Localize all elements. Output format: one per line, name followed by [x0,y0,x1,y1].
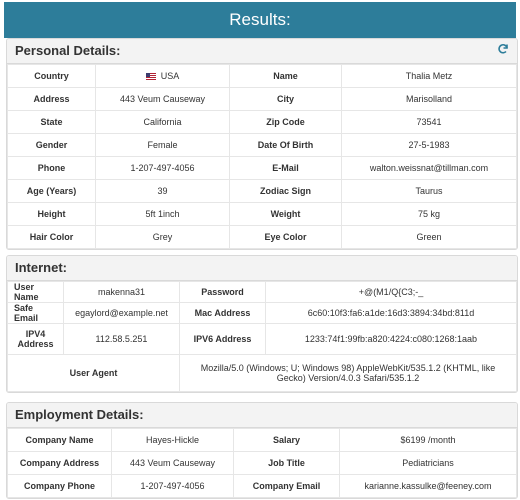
table-row: Phone 1-207-497-4056 E-Mail walton.weiss… [7,156,517,180]
state-value: California [95,110,230,134]
weight-label: Weight [229,202,342,226]
user-agent-label: User Agent [7,354,180,392]
personal-details-table: Country USA Name Thalia Metz Address 443… [7,64,517,249]
hair-color-label: Hair Color [7,225,96,249]
country-label: Country [7,64,96,88]
zodiac-label: Zodiac Sign [229,179,342,203]
email-label: E-Mail [229,156,342,180]
mac-address-label: Mac Address [179,302,266,324]
table-row: Height 5ft 1inch Weight 75 kg [7,202,517,226]
table-row: Safe Email egaylord@example.net Mac Addr… [7,302,517,324]
company-phone-label: Company Phone [7,474,112,498]
password-label: Password [179,281,266,303]
name-value: Thalia Metz [341,64,517,88]
password-value: +@(M1/Q{C3;-_ [265,281,517,303]
table-row: Hair Color Grey Eye Color Green [7,225,517,249]
username-value: makenna31 [63,281,180,303]
employment-table: Company Name Hayes-Hickle Salary $6199 /… [7,428,517,498]
city-label: City [229,87,342,111]
table-row: Company Phone 1-207-497-4056 Company Ema… [7,474,517,498]
personal-details-title: Personal Details: [15,43,121,58]
name-label: Name [229,64,342,88]
job-title-label: Job Title [233,451,340,475]
ipv4-label: IPV4 Address [7,323,64,355]
height-label: Height [7,202,96,226]
table-row: Company Address 443 Veum Causeway Job Ti… [7,451,517,475]
company-address-value: 443 Veum Causeway [111,451,234,475]
table-row: Gender Female Date Of Birth 27-5-1983 [7,133,517,157]
safe-email-label: Safe Email [7,302,64,324]
company-name-label: Company Name [7,428,112,452]
gender-value: Female [95,133,230,157]
ipv6-value: 1233:74f1:99fb:a820:4224:c080:1268:1aab [265,323,517,355]
company-email-label: Company Email [233,474,340,498]
email-value: walton.weissnat@tillman.com [341,156,517,180]
employment-panel: Employment Details: Company Name Hayes-H… [6,402,518,499]
zip-code-label: Zip Code [229,110,342,134]
company-email-value: karianne.kassulke@feeney.com [339,474,517,498]
hair-color-value: Grey [95,225,230,249]
state-label: State [7,110,96,134]
personal-details-panel: Personal Details: Country USA Name Thali… [6,38,518,250]
eye-color-label: Eye Color [229,225,342,249]
dob-value: 27-5-1983 [341,133,517,157]
country-value: USA [95,64,230,88]
zodiac-value: Taurus [341,179,517,203]
safe-email-value: egaylord@example.net [63,302,180,324]
personal-details-header: Personal Details: [7,39,517,64]
phone-label: Phone [7,156,96,180]
internet-table: User Name makenna31 Password +@(M1/Q{C3;… [7,281,517,392]
table-row: Country USA Name Thalia Metz [7,64,517,88]
weight-value: 75 kg [341,202,517,226]
mac-address-value: 6c60:10f3:fa6:a1de:16d3:3894:34bd:811d [265,302,517,324]
table-row: Company Name Hayes-Hickle Salary $6199 /… [7,428,517,452]
results-page: Results: Personal Details: Country USA N… [0,0,520,500]
internet-header: Internet: [7,256,517,281]
table-row: IPV4 Address 112.58.5.251 IPV6 Address 1… [7,323,517,355]
results-header: Results: [4,2,516,38]
employment-title: Employment Details: [15,407,144,422]
company-phone-value: 1-207-497-4056 [111,474,234,498]
height-value: 5ft 1inch [95,202,230,226]
address-value: 443 Veum Causeway [95,87,230,111]
ipv6-label: IPV6 Address [179,323,266,355]
refresh-icon[interactable] [497,43,509,55]
job-title-value: Pediatricians [339,451,517,475]
table-row: Age (Years) 39 Zodiac Sign Taurus [7,179,517,203]
internet-title: Internet: [15,260,67,275]
user-agent-value: Mozilla/5.0 (Windows; U; Windows 98) App… [179,354,517,392]
phone-value: 1-207-497-4056 [95,156,230,180]
ipv4-value: 112.58.5.251 [63,323,180,355]
internet-panel: Internet: User Name makenna31 Password +… [6,255,518,393]
city-value: Marisolland [341,87,517,111]
company-address-label: Company Address [7,451,112,475]
table-row: State California Zip Code 73541 [7,110,517,134]
username-label: User Name [7,281,64,303]
usa-flag-icon [145,73,156,80]
employment-header: Employment Details: [7,403,517,428]
age-value: 39 [95,179,230,203]
zip-code-value: 73541 [341,110,517,134]
table-row: User Name makenna31 Password +@(M1/Q{C3;… [7,281,517,303]
eye-color-value: Green [341,225,517,249]
company-name-value: Hayes-Hickle [111,428,234,452]
salary-value: $6199 /month [339,428,517,452]
table-row: User Agent Mozilla/5.0 (Windows; U; Wind… [7,354,517,392]
age-label: Age (Years) [7,179,96,203]
salary-label: Salary [233,428,340,452]
address-label: Address [7,87,96,111]
table-row: Address 443 Veum Causeway City Marisolla… [7,87,517,111]
dob-label: Date Of Birth [229,133,342,157]
gender-label: Gender [7,133,96,157]
